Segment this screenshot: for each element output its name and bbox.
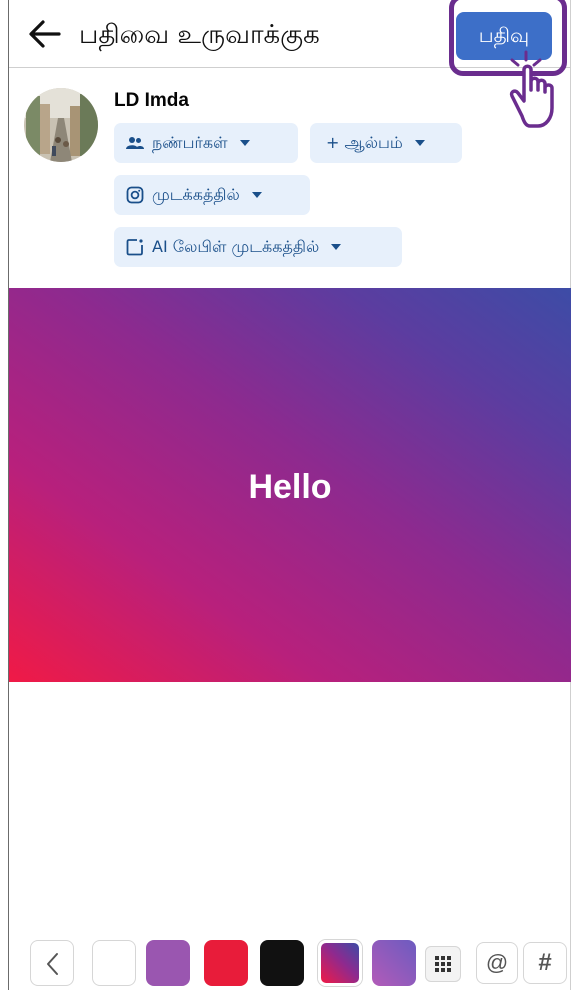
caret-down-icon (239, 140, 250, 146)
toolbar-back-button[interactable] (30, 940, 74, 986)
hashtag-button[interactable]: # (523, 942, 567, 984)
post-background-card[interactable]: Hello (9, 288, 571, 682)
swatch-black[interactable] (260, 940, 304, 986)
more-backgrounds-button[interactable] (425, 946, 461, 982)
instagram-share-selector[interactable]: முடக்கத்தில் (114, 175, 310, 215)
ai-label-selector[interactable]: AI லேபிள் முடக்கத்தில் (114, 227, 402, 267)
caret-down-icon (251, 192, 262, 198)
caret-down-icon (414, 140, 425, 146)
ai-label-text: AI லேபிள் முடக்கத்தில் (152, 236, 320, 256)
friends-icon (126, 137, 144, 149)
album-selector[interactable]: + ஆல்பம் (310, 123, 462, 163)
mention-button[interactable]: @ (476, 942, 518, 984)
instagram-icon (126, 186, 144, 204)
swatch-gradient-selected[interactable] (318, 940, 362, 986)
swatch-red[interactable] (204, 940, 248, 986)
audience-label: நண்பர்கள் (152, 132, 228, 152)
instagram-label: முடக்கத்தில் (152, 184, 240, 204)
back-arrow-icon[interactable] (27, 18, 63, 50)
swatch-gradient-violet[interactable] (372, 940, 416, 986)
background-toolbar: @ # (0, 936, 571, 990)
caret-down-icon (331, 244, 342, 250)
post-text[interactable]: Hello (248, 468, 331, 507)
user-name: LD Imda (114, 90, 189, 111)
page-title: பதிவை உருவாக்குக (79, 20, 320, 50)
album-label: + ஆல்பம் (326, 132, 403, 152)
grid-icon (435, 956, 451, 972)
chevron-left-icon (47, 953, 58, 975)
ai-label-icon (126, 239, 143, 256)
audience-selector[interactable]: நண்பர்கள் (114, 123, 298, 163)
avatar (24, 88, 98, 162)
create-post-screen: பதிவை உருவாக்குக பதிவு LD Imda நண்பர்கள்… (0, 0, 571, 990)
swatch-white[interactable] (92, 940, 136, 986)
swatch-purple[interactable] (146, 940, 190, 986)
hand-pointer-icon (507, 50, 554, 128)
